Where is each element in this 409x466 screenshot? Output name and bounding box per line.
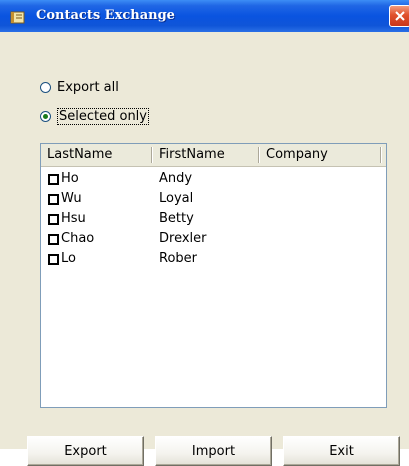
- title-bar[interactable]: Contacts Exchange: [0, 0, 409, 32]
- row-checkbox[interactable]: [48, 194, 59, 205]
- firstname-cell: Andy: [159, 171, 193, 186]
- export-all-label: Export all: [57, 79, 119, 95]
- table-row[interactable]: Chao Drexler: [41, 229, 386, 249]
- close-button[interactable]: [389, 5, 409, 27]
- lastname-cell: Lo: [61, 251, 76, 266]
- column-divider[interactable]: [258, 147, 259, 163]
- row-checkbox[interactable]: [48, 234, 59, 245]
- row-checkbox[interactable]: [48, 174, 59, 185]
- lastname-cell: Wu: [61, 191, 82, 206]
- selected-only-option[interactable]: Selected only: [40, 107, 149, 125]
- lastname-cell: Hsu: [61, 211, 86, 226]
- close-icon: [395, 11, 405, 21]
- exit-button[interactable]: Exit: [283, 436, 400, 466]
- column-divider[interactable]: [151, 147, 152, 163]
- firstname-cell: Drexler: [159, 231, 207, 246]
- dialog-body: Export all Selected only LastName FirstN…: [0, 32, 409, 466]
- table-row[interactable]: Ho Andy: [41, 169, 386, 189]
- firstname-cell: Loyal: [159, 191, 194, 206]
- column-header-firstname[interactable]: FirstName: [153, 144, 258, 166]
- table-row[interactable]: Wu Loyal: [41, 189, 386, 209]
- window-title: Contacts Exchange: [36, 8, 175, 23]
- firstname-cell: Betty: [159, 211, 194, 226]
- lastname-cell: Chao: [61, 231, 95, 246]
- column-header-lastname[interactable]: LastName: [41, 144, 153, 166]
- export-all-option[interactable]: Export all: [40, 78, 119, 96]
- table-row[interactable]: Hsu Betty: [41, 209, 386, 229]
- table-row[interactable]: Lo Rober: [41, 249, 386, 269]
- import-button[interactable]: Import: [155, 436, 272, 466]
- selected-only-label: Selected only: [57, 107, 149, 125]
- row-checkbox[interactable]: [48, 214, 59, 225]
- contacts-list[interactable]: LastName FirstName Company Ho Andy Wu Lo…: [40, 143, 387, 408]
- row-checkbox[interactable]: [48, 254, 59, 265]
- lastname-cell: Ho: [61, 171, 79, 186]
- column-header-company[interactable]: Company: [260, 144, 380, 166]
- export-all-radio[interactable]: [40, 81, 51, 93]
- book-icon: [10, 9, 26, 24]
- list-header: LastName FirstName Company: [41, 144, 386, 167]
- contacts-exchange-window: Contacts Exchange Export all Selected on…: [0, 0, 409, 466]
- export-button[interactable]: Export: [27, 436, 144, 466]
- column-divider[interactable]: [380, 147, 381, 163]
- firstname-cell: Rober: [159, 251, 197, 266]
- selected-only-radio[interactable]: [40, 110, 51, 122]
